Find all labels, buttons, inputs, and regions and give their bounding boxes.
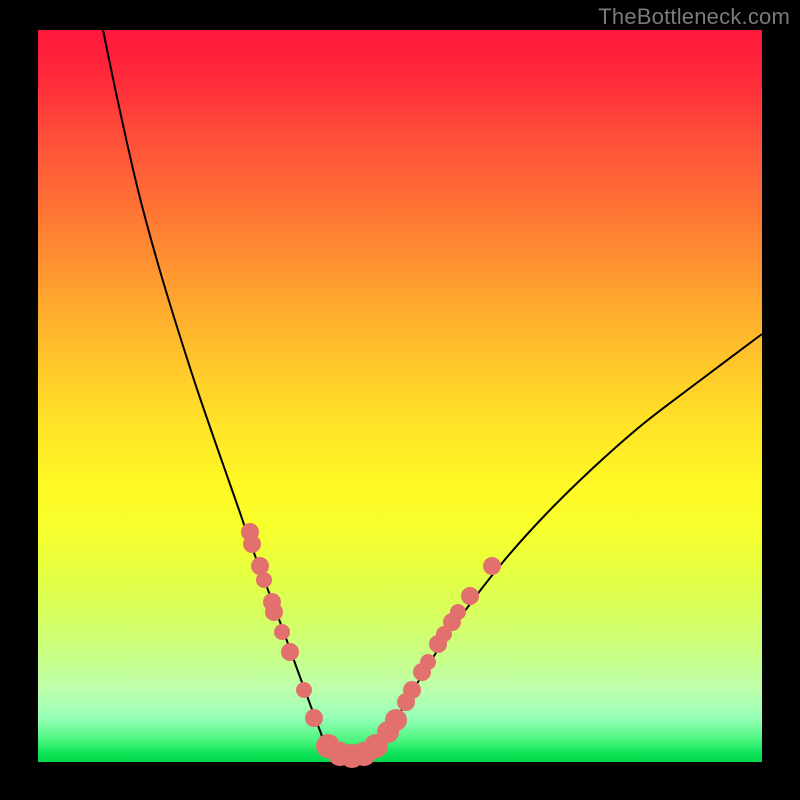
data-marker <box>483 557 501 575</box>
data-marker <box>461 587 479 605</box>
data-marker <box>251 557 269 575</box>
data-marker <box>385 709 407 731</box>
data-marker <box>296 682 312 698</box>
data-marker <box>420 654 436 670</box>
data-marker <box>265 603 283 621</box>
data-marker <box>450 604 466 620</box>
data-marker <box>274 624 290 640</box>
data-marker <box>403 681 421 699</box>
watermark-text: TheBottleneck.com <box>598 4 790 30</box>
curve-svg <box>38 30 762 762</box>
data-marker <box>256 572 272 588</box>
plot-area <box>38 30 762 762</box>
data-marker <box>243 535 261 553</box>
data-markers <box>241 523 501 768</box>
chart-frame: TheBottleneck.com <box>0 0 800 800</box>
data-marker <box>305 709 323 727</box>
data-marker <box>281 643 299 661</box>
